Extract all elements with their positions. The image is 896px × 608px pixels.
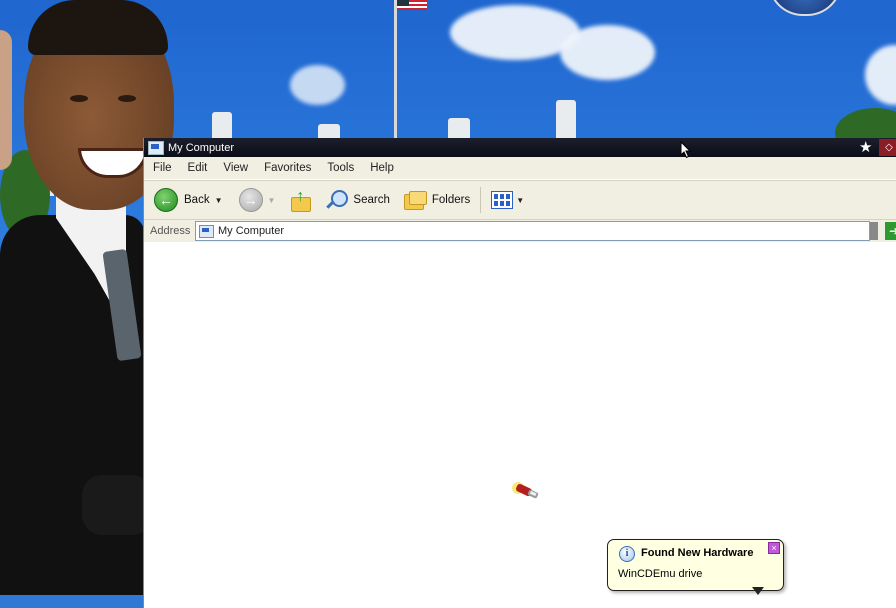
address-input[interactable]: My Computer <box>195 221 870 241</box>
menu-bar: File Edit View Favorites Tools Help <box>144 157 896 180</box>
window-title: My Computer <box>168 141 235 154</box>
menu-tools[interactable]: Tools <box>319 162 362 174</box>
search-icon <box>325 189 349 211</box>
title-bar[interactable]: My Computer ★ ◇ <box>144 138 896 157</box>
roof-ornament <box>556 100 576 138</box>
mouse-cursor-icon <box>680 141 692 159</box>
address-dropdown-button[interactable] <box>870 222 878 240</box>
roof-ornament <box>318 124 340 138</box>
cloud <box>560 25 655 80</box>
menu-edit[interactable]: Edit <box>180 162 216 174</box>
folders-icon <box>403 191 427 210</box>
close-icon[interactable]: × <box>768 542 780 554</box>
views-button[interactable]: ▼ <box>487 184 528 216</box>
hair <box>28 0 168 55</box>
back-button[interactable]: ← Back ▼ <box>150 184 227 216</box>
window-control-button[interactable]: ◇ <box>879 139 896 156</box>
arm <box>82 475 152 535</box>
orb-logo <box>768 0 842 16</box>
address-value: My Computer <box>218 225 285 237</box>
info-icon: i <box>619 546 635 562</box>
menu-view[interactable]: View <box>215 162 256 174</box>
back-arrow-icon: ← <box>154 188 178 212</box>
hardware-drive-icon <box>512 482 539 499</box>
person-photo <box>0 0 174 595</box>
back-label: Back <box>184 194 210 206</box>
toolbar-separator <box>480 187 482 213</box>
chevron-down-icon[interactable]: ▼ <box>268 196 276 205</box>
search-label: Search <box>353 194 390 206</box>
chevron-down-icon[interactable]: ▼ <box>516 196 524 205</box>
address-bar: Address My Computer ➜ <box>144 220 896 242</box>
notification-title: Found New Hardware <box>641 547 754 559</box>
my-computer-icon <box>148 140 164 155</box>
up-folder-button[interactable]: ↑ <box>285 184 315 216</box>
cloud <box>865 45 896 105</box>
address-label: Address <box>150 225 191 237</box>
views-icon <box>491 191 514 209</box>
flagpole <box>394 0 397 140</box>
roof-ornament <box>212 112 232 138</box>
menu-file[interactable]: File <box>144 162 180 174</box>
eye <box>70 95 88 102</box>
explorer-window: My Computer ★ ◇ File Edit View Favorites… <box>143 138 896 608</box>
search-button[interactable]: Search <box>321 184 393 216</box>
flag <box>397 0 427 10</box>
go-button[interactable]: ➜ <box>885 222 896 240</box>
forward-arrow-icon: → <box>238 188 263 212</box>
balloon-tail <box>752 587 764 595</box>
toolbar: ← Back ▼ → ▼ ↑ Search Folders ▼ <box>144 180 896 220</box>
up-folder-icon: ↑ <box>289 189 312 212</box>
cloud <box>290 65 345 105</box>
my-computer-icon <box>199 224 214 238</box>
chevron-down-icon[interactable]: ▼ <box>215 196 223 205</box>
eye <box>118 95 136 102</box>
folders-label: Folders <box>431 194 471 206</box>
menu-favorites[interactable]: Favorites <box>256 162 319 174</box>
roof-ornament <box>448 118 470 138</box>
forward-button[interactable]: → ▼ <box>235 184 280 216</box>
folders-button[interactable]: Folders <box>400 184 474 216</box>
side-person <box>0 30 12 170</box>
menu-help[interactable]: Help <box>362 162 402 174</box>
star-icon[interactable]: ★ <box>859 139 872 156</box>
notification-balloon[interactable]: i Found New Hardware WinCDEmu drive × <box>607 539 784 591</box>
notification-message: WinCDEmu drive <box>618 568 703 580</box>
